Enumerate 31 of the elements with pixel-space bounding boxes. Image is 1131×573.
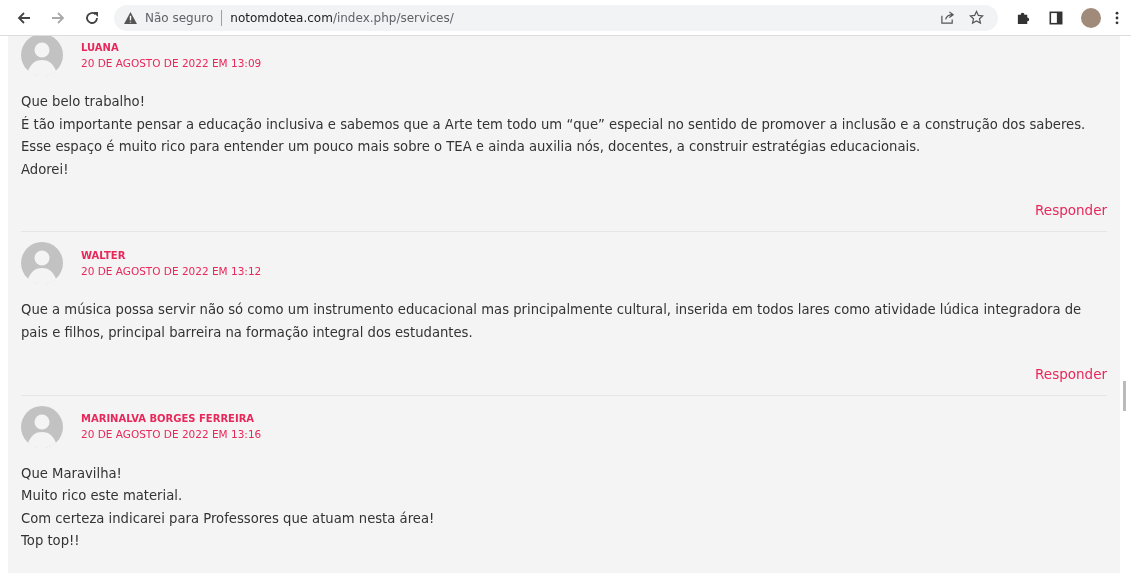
- address-bar[interactable]: Não seguro notomdotea.com/index.php/services/: [114, 4, 998, 31]
- avatar-silhouette-icon: [21, 405, 63, 448]
- avatar-silhouette-icon: [21, 242, 63, 285]
- comment-text: Que a música possa servir não só como um instrumento educacional mas principalmente cultural, inserida em todos lares como atividade lúdica integradora de pais e filhos, principal barreira na formação integral dos estudantes.: [21, 301, 1083, 342]
- comment-text: Muito rico este material.: [21, 487, 184, 506]
- reply-link[interactable]: Responder: [1035, 202, 1107, 219]
- bookmark-star-icon[interactable]: [969, 10, 984, 25]
- reply-link[interactable]: Responder: [1035, 365, 1107, 382]
- comment-author-name: WALTER: [81, 249, 127, 261]
- url-text: notomdotea.com/index.php/services/: [230, 10, 454, 25]
- comment-text: Top top!!: [21, 532, 81, 551]
- security-label: Não seguro: [145, 10, 214, 25]
- comment-text: Que belo trabalho!: [21, 93, 146, 111]
- comment-text: Adorei!: [21, 160, 70, 179]
- comment-date-link[interactable]: 20 DE AGOSTO DE 2022 EM 13:12: [81, 264, 262, 277]
- reload-icon[interactable]: [84, 9, 100, 26]
- puzzle-piece-icon[interactable]: [1016, 10, 1031, 25]
- comment-text: É tão importante pensar a educação inclusiva e sabemos que a Arte tem todo um “que” especial no sentido de promover a inclusão e a construção dos saberes.: [21, 115, 1087, 134]
- warning-icon: [124, 11, 137, 24]
- comment-date-link[interactable]: 20 DE AGOSTO DE 2022 EM 13:09: [81, 56, 262, 69]
- comment-date-link[interactable]: 20 DE AGOSTO DE 2022 EM 13:16: [81, 428, 262, 441]
- comment-author-name: LUANA: [81, 41, 120, 53]
- menu-icon[interactable]: [1115, 10, 1119, 25]
- back-icon[interactable]: [16, 9, 32, 26]
- share-icon[interactable]: [940, 10, 955, 25]
- side-panel-icon[interactable]: [1049, 10, 1063, 25]
- comment-text: Esse espaço é muito rico para entender um pouco mais sobre o TEA e ainda auxilia nós, docentes, a construir estratégias educacionais.: [21, 138, 922, 157]
- comment-text: Com certeza indicarei para Professores que atuam nesta área!: [21, 509, 436, 528]
- comment-text: Que Maravilha!: [21, 464, 123, 483]
- profile-avatar[interactable]: [1081, 7, 1101, 28]
- comment-author-name: MARINALVA BORGES FERREIRA: [81, 413, 256, 425]
